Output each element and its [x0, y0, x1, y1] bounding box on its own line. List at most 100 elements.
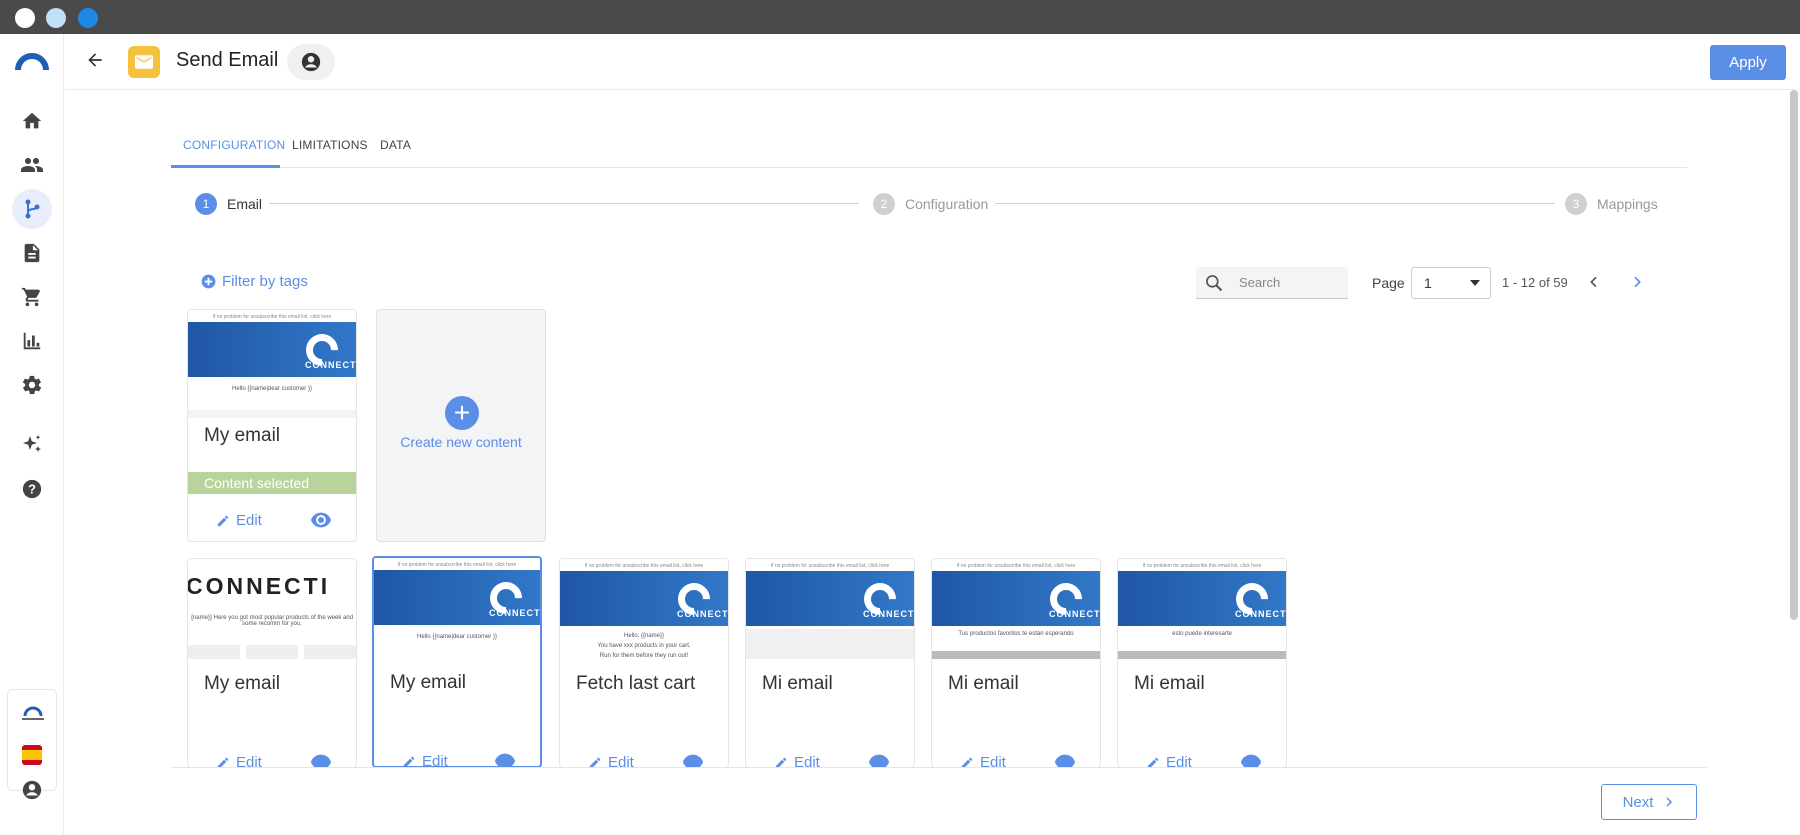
chevron-right-icon [1666, 797, 1673, 807]
workflow-icon[interactable] [12, 189, 52, 229]
card-preview: If no problem for unsubscribe this email… [560, 559, 728, 659]
spain-flag-icon[interactable] [22, 745, 42, 765]
create-new-content-label: Create new content [400, 434, 522, 450]
preview-eye-icon[interactable] [868, 754, 890, 767]
search-placeholder: Search [1239, 275, 1281, 290]
preview-eye-icon[interactable] [494, 753, 516, 766]
stepper: 1 Email 2 Configuration 3 Mappings [195, 193, 1658, 215]
preview-brand-word: CONNECTI [305, 360, 356, 370]
preview-header-text: If no problem for unsubscribe this email… [212, 314, 332, 320]
next-label: Next [1622, 793, 1654, 811]
edit-button[interactable]: Edit [216, 754, 262, 768]
apply-button[interactable]: Apply [1710, 45, 1786, 80]
content-card[interactable]: If no problem for unsubscribe this email… [372, 556, 542, 768]
edit-button[interactable]: Edit [216, 512, 262, 529]
card-preview: If no problem for unsubscribe this email… [746, 559, 914, 659]
add-circle-icon [201, 274, 216, 289]
preview-line-2: You have xxx products in your cart. [597, 643, 691, 649]
card-actions: Edit [188, 744, 356, 768]
preview-greeting: Tus productos favoritos te están esperan… [958, 631, 1074, 637]
preview-eye-icon[interactable] [1054, 754, 1076, 767]
page-header: Send Email Apply [65, 34, 1800, 90]
card-title: My email [390, 672, 467, 693]
edit-label: Edit [1166, 754, 1192, 768]
window-close-dot[interactable] [15, 8, 35, 28]
sparkle-icon[interactable] [12, 425, 52, 465]
preview-eye-icon[interactable] [682, 754, 704, 767]
prev-page-icon[interactable] [1586, 274, 1602, 295]
edit-button[interactable]: Edit [774, 754, 820, 768]
preview-banner: CONNECTI [560, 571, 728, 626]
preview-greeting: esto puede interesarte [1172, 631, 1232, 637]
tab-configuration[interactable]: CONFIGURATION [183, 138, 285, 152]
tab-limitations[interactable]: LIMITATIONS [292, 138, 368, 152]
tab-data[interactable]: DATA [380, 138, 411, 152]
content-card[interactable]: If no problem for unsubscribe this email… [1117, 558, 1287, 768]
content-card[interactable]: If no problem for unsubscribe this email… [559, 558, 729, 768]
back-arrow-icon[interactable] [85, 50, 105, 75]
preview-banner: CONNECTI [188, 322, 356, 377]
card-preview: CONNECTI {name}} Here you got most popul… [188, 559, 356, 659]
account-icon[interactable] [12, 770, 52, 810]
content-selected-badge: Content selected [188, 472, 356, 494]
edit-label: Edit [794, 754, 820, 768]
pencil-icon [403, 756, 415, 766]
card-preview: If no problem for unsubscribe this email… [932, 559, 1100, 659]
content-card[interactable]: CONNECTI {name}} Here you got most popul… [187, 558, 357, 768]
preview-banner: CONNECTI [374, 570, 540, 625]
step-connector [269, 203, 859, 204]
card-title: My email [204, 673, 281, 694]
edit-button[interactable]: Edit [588, 754, 634, 767]
preview-eye-icon[interactable] [1240, 754, 1262, 767]
preview-eye-icon[interactable] [310, 512, 332, 533]
logo-icon[interactable] [12, 42, 52, 82]
step-1-number: 1 [195, 193, 217, 215]
owner-avatar-button[interactable] [287, 44, 335, 80]
card-preview: If no problem for unsubscribe this email… [188, 310, 356, 410]
page-value: 1 [1424, 275, 1432, 291]
card-actions: Edit [374, 743, 540, 766]
content-card[interactable]: If no problem for unsubscribe this email… [187, 309, 357, 542]
card-preview: If no problem for unsubscribe this email… [374, 558, 540, 658]
gear-icon[interactable] [12, 365, 52, 405]
next-page-icon[interactable] [1629, 274, 1645, 295]
chart-icon[interactable] [12, 321, 52, 361]
preview-brand-word: CONNECTI [1235, 609, 1286, 619]
preview-text: {name}} Here you got most popular produc… [190, 615, 354, 627]
search-input[interactable]: Search [1196, 267, 1348, 299]
preview-greeting: Hello {{name|dear customer }} [232, 386, 312, 392]
content-card[interactable]: If no problem for unsubscribe this email… [931, 558, 1101, 768]
page-select[interactable]: 1 [1411, 267, 1491, 299]
preview-brand-word: CONNECTI [188, 573, 331, 599]
create-new-content-card[interactable]: + Create new content [376, 309, 546, 542]
preview-eye-icon[interactable] [310, 754, 332, 767]
step-1-label: Email [227, 196, 263, 212]
document-icon[interactable] [12, 233, 52, 273]
plus-icon: + [445, 396, 479, 430]
preview-header-text: If no problem for unsubscribe this email… [956, 563, 1076, 569]
edit-button[interactable]: Edit [402, 753, 448, 766]
window-minimize-dot[interactable] [46, 8, 66, 28]
home-icon[interactable] [12, 101, 52, 141]
page-title: Send Email [176, 49, 279, 71]
preview-banner: CONNECTI [932, 571, 1100, 626]
edit-label: Edit [236, 754, 262, 768]
scrollbar[interactable] [1790, 90, 1798, 620]
card-actions: Edit [746, 744, 914, 768]
next-button[interactable]: Next [1601, 784, 1697, 820]
cart-icon[interactable] [12, 277, 52, 317]
email-type-icon [128, 46, 160, 78]
preview-line-3: Run for them before they run out! [599, 653, 689, 659]
help-icon[interactable]: ? [12, 469, 52, 509]
filter-by-tags-button[interactable]: Filter by tags [201, 273, 308, 290]
svg-text:?: ? [28, 482, 36, 497]
content-card[interactable]: If no problem for unsubscribe this email… [745, 558, 915, 768]
preview-banner: CONNECTI [1118, 571, 1286, 626]
card-actions: Edit [560, 744, 728, 767]
step-2-label: Configuration [905, 196, 989, 212]
card-title: Mi email [948, 673, 1019, 694]
people-icon[interactable] [12, 145, 52, 185]
window-maximize-dot[interactable] [78, 8, 98, 28]
edit-button[interactable]: Edit [1146, 754, 1192, 768]
edit-button[interactable]: Edit [960, 754, 1006, 767]
